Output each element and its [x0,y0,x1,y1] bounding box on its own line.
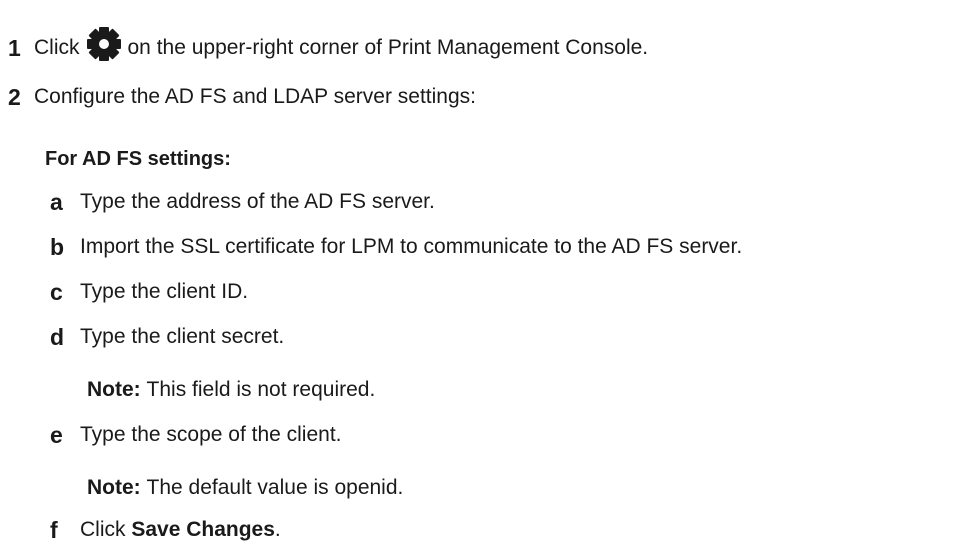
substep-f-text-before: Click [80,518,126,541]
substep-c-text: Type the client ID. [80,280,249,303]
substep-b: b Import the SSL certificate for LPM to … [50,233,742,261]
substep-letter: c [50,279,63,305]
document-page: 1 Click on the upper-right corner of Pri… [0,0,961,545]
note-text: The default value is openid. [146,476,404,499]
save-changes-label: Save Changes [131,518,275,541]
step-1-text-after: on the upper-right corner of Print Manag… [127,36,649,59]
note-label: Note: [87,476,141,499]
step-2-text: Configure the AD FS and LDAP server sett… [34,85,477,108]
substep-e-note: Note: The default value is openid. [87,474,403,502]
substep-b-text: Import the SSL certificate for LPM to co… [80,235,743,258]
substep-d-note: Note: This field is not required. [87,376,375,404]
substep-a: a Type the address of the AD FS server. [50,188,435,216]
substep-letter: a [50,189,63,215]
step-1-text-before: Click [34,36,80,59]
substep-f: f Click Save Changes. [50,516,281,544]
adfs-settings-heading: For AD FS settings: [45,148,231,170]
gear-icon [86,26,122,62]
substep-e-text: Type the scope of the client. [80,423,342,446]
step-number: 1 [8,35,21,61]
step-1: 1 Click on the upper-right corner of Pri… [8,27,649,66]
substep-d: d Type the client secret. [50,323,284,351]
substep-letter: d [50,324,65,350]
substep-f-text-after: . [274,518,281,541]
substep-letter: e [50,422,63,448]
substep-d-text: Type the client secret. [80,325,285,348]
step-2: 2 Configure the AD FS and LDAP server se… [8,83,476,111]
note-label: Note: [87,378,141,401]
note-text: This field is not required. [146,378,376,401]
substep-e: e Type the scope of the client. [50,421,342,449]
substep-letter: b [50,234,65,260]
substep-c: c Type the client ID. [50,278,248,306]
substep-a-text: Type the address of the AD FS server. [80,190,435,213]
substep-letter: f [50,517,58,543]
step-number: 2 [8,84,21,110]
